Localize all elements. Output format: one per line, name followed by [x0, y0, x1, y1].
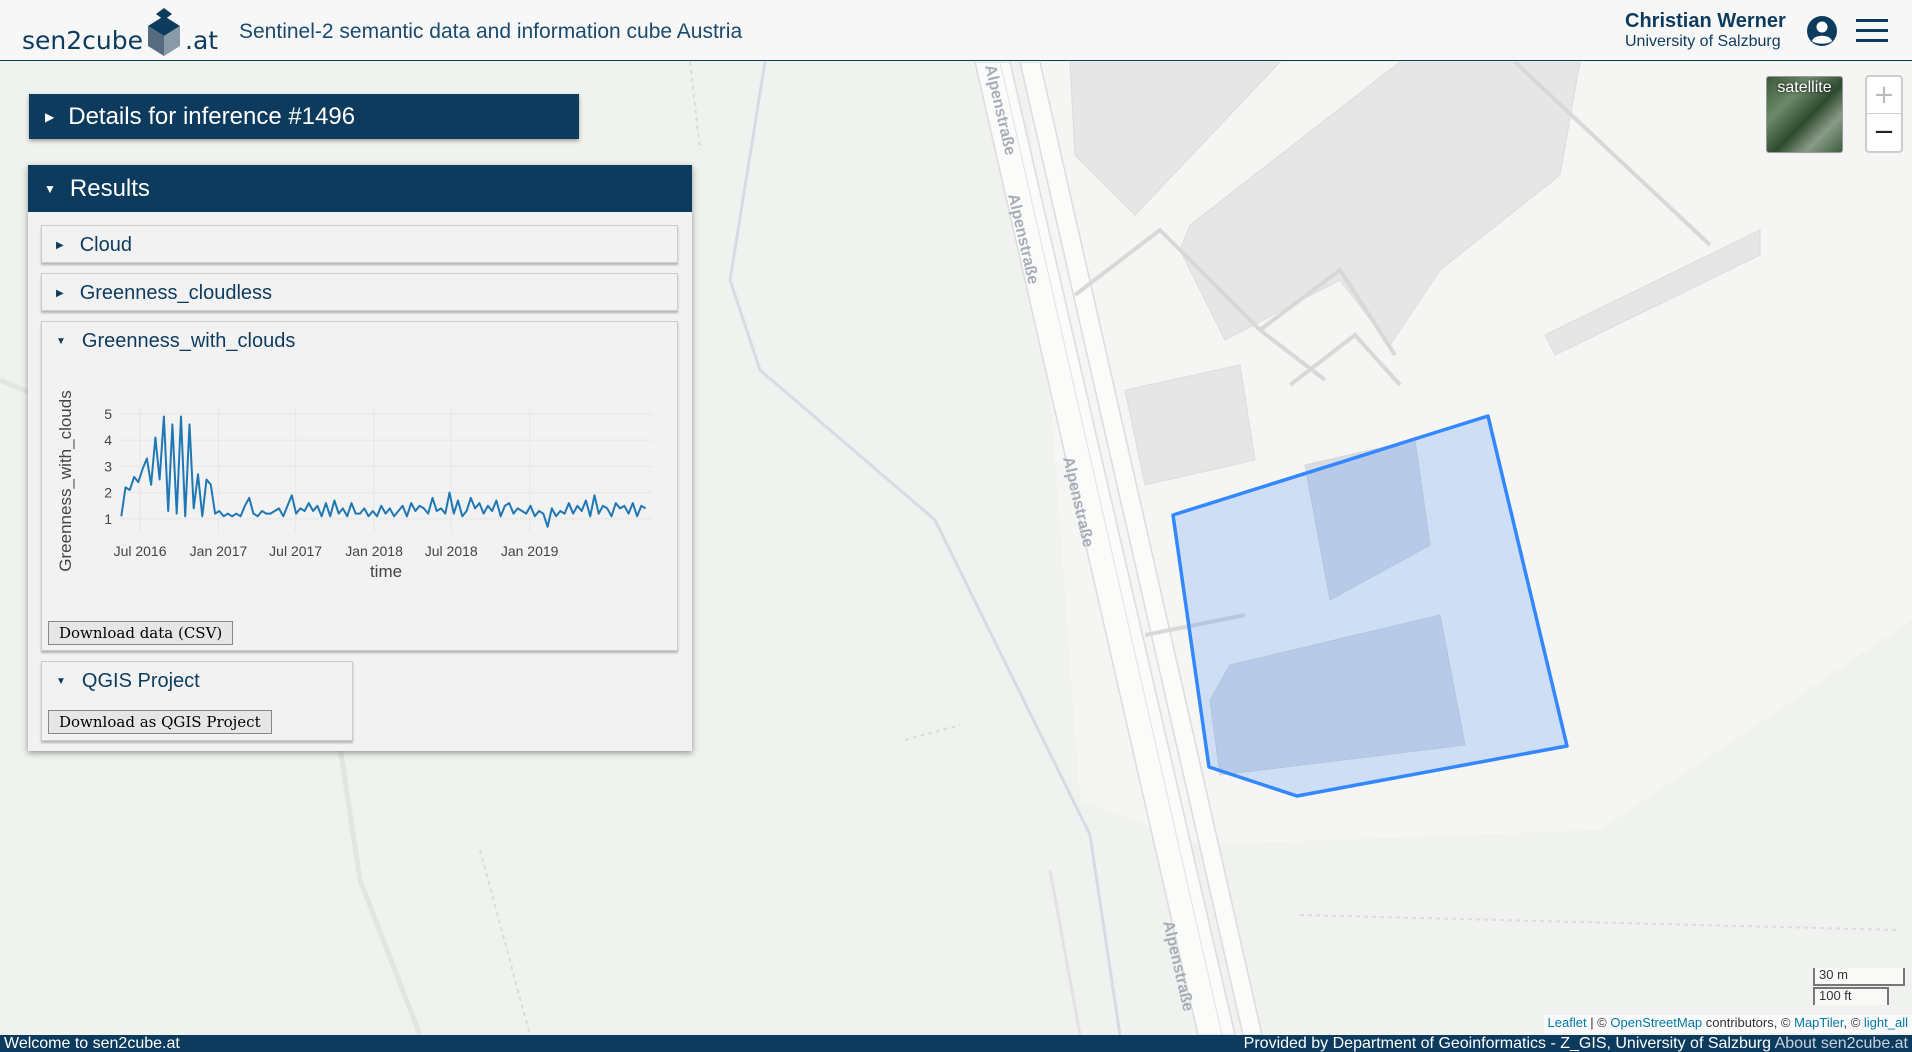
y-tick-label: 1: [104, 511, 112, 527]
hamburger-menu-icon[interactable]: [1856, 16, 1888, 46]
download-csv-button[interactable]: Download data (CSV): [48, 621, 234, 645]
zoom-in-button[interactable]: +: [1867, 77, 1901, 114]
carto-link[interactable]: light_all: [1864, 1015, 1908, 1030]
map-attribution: Leaflet | © OpenStreetMap contributors, …: [1543, 1015, 1912, 1033]
attribution-sep2: , ©: [1843, 1015, 1864, 1030]
x-tick-label: Jul 2017: [269, 543, 322, 559]
results-panel-header[interactable]: ▼ Results: [28, 165, 692, 212]
y-tick-label: 5: [104, 406, 112, 422]
scale-metric: 30 m: [1813, 968, 1905, 986]
collapse-triangle-icon: ▼: [56, 335, 66, 347]
attribution-sep: | ©: [1586, 1015, 1611, 1030]
download-qgis-button[interactable]: Download as QGIS Project: [48, 710, 272, 734]
logo[interactable]: sen2cube .at: [22, 8, 218, 58]
expand-triangle-icon: ▶: [45, 109, 55, 124]
zoom-out-button[interactable]: −: [1867, 114, 1901, 151]
collapse-triangle-icon: ▼: [56, 675, 66, 687]
x-tick-label: Jan 2017: [190, 543, 248, 559]
collapse-triangle-icon: ▼: [44, 181, 56, 196]
details-title: Details for inference #1496: [68, 102, 356, 130]
x-tick-label: Jan 2018: [345, 543, 403, 559]
scale-imperial: 100 ft: [1813, 987, 1889, 1005]
x-tick-label: Jul 2018: [425, 543, 478, 559]
section-header[interactable]: ▼ Greenness_with_clouds: [42, 322, 677, 360]
section-header[interactable]: ▼ QGIS Project: [42, 662, 352, 700]
satellite-label: satellite: [1777, 79, 1832, 96]
section-cloud[interactable]: ▶ Cloud: [41, 225, 678, 263]
user-org: University of Salzburg: [1625, 33, 1781, 50]
attribution-contrib: contributors, ©: [1702, 1015, 1795, 1030]
results-title: Results: [69, 174, 150, 202]
logo-text-suffix: .at: [185, 26, 219, 55]
x-axis-title: time: [370, 562, 402, 581]
app-header: sen2cube .at Sentinel-2 semantic data an…: [0, 0, 1912, 61]
about-link[interactable]: About sen2cube.at: [1775, 1035, 1908, 1052]
details-panel-header[interactable]: ▶ Details for inference #1496: [29, 94, 579, 139]
scale-bar: 30 m 100 ft: [1813, 968, 1905, 1005]
expand-triangle-icon: ▶: [56, 239, 64, 251]
footer-credits: Provided by Department of Geoinformatics…: [1244, 1035, 1908, 1052]
section-greenness-cloudless[interactable]: ▶ Greenness_cloudless: [41, 273, 678, 311]
y-tick-label: 2: [104, 485, 112, 501]
expand-triangle-icon: ▶: [56, 287, 64, 299]
series-line: [120, 415, 647, 528]
section-title: Greenness_cloudless: [79, 281, 273, 304]
section-greenness-with-clouds: ▼ Greenness_with_clouds 1 2 3 4 5 Jul 2016 Jan…: [41, 321, 678, 651]
zoom-control: + −: [1865, 75, 1903, 153]
x-tick-label: Jan 2019: [501, 543, 559, 559]
y-tick-label: 3: [104, 458, 112, 474]
footer: Welcome to sen2cube.at Provided by Depar…: [0, 1035, 1912, 1052]
footer-provider: Provided by Department of Geoinformatics…: [1243, 1035, 1775, 1052]
user-circle-icon[interactable]: [1806, 15, 1838, 47]
greenness-chart[interactable]: 1 2 3 4 5 Jul 2016 Jan 2017 Jul 2017 Jan 2018 Jul…: [50, 378, 670, 608]
section-title: QGIS Project: [81, 669, 200, 692]
results-panel: ▼ Results ▶ Cloud ▶ Greenness_cloudless …: [28, 165, 692, 751]
section-qgis-project: ▼ QGIS Project Download as QGIS Project: [41, 661, 353, 741]
y-tick-label: 4: [104, 432, 112, 448]
maptiler-link[interactable]: MapTiler: [1794, 1015, 1843, 1030]
cube-icon: [148, 8, 180, 56]
app-title: Sentinel-2 semantic data and information…: [239, 20, 743, 43]
y-axis-title: Greenness_with_clouds: [56, 390, 75, 571]
satellite-layer-toggle[interactable]: satellite: [1766, 76, 1843, 153]
logo-text-prefix: sen2cube: [22, 26, 143, 55]
user-name[interactable]: Christian Werner: [1625, 10, 1786, 33]
section-title: Cloud: [79, 233, 132, 256]
section-title: Greenness_with_clouds: [81, 329, 296, 352]
x-tick-label: Jul 2016: [114, 543, 167, 559]
osm-link[interactable]: OpenStreetMap: [1610, 1015, 1702, 1030]
leaflet-link[interactable]: Leaflet: [1548, 1015, 1587, 1030]
footer-welcome: Welcome to sen2cube.at: [4, 1035, 180, 1052]
